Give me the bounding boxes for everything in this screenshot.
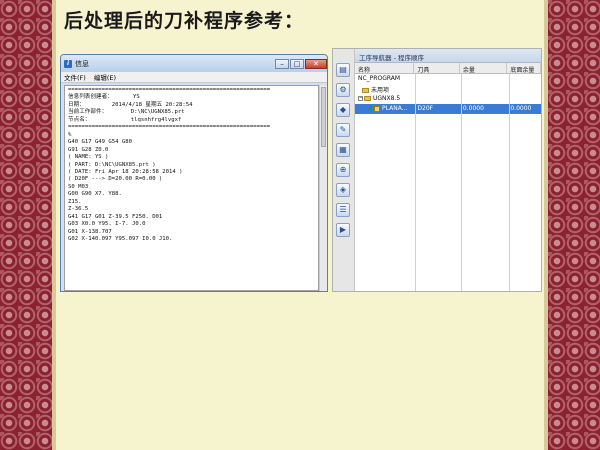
column-divider — [461, 74, 462, 291]
info-line: G01 X-138.707 — [68, 228, 112, 235]
program-order-icon[interactable]: ▤ — [336, 63, 350, 77]
tree-label: 未用项 — [371, 87, 390, 94]
info-line: 节点名： tlqsnhfrg4lvgxf — [68, 116, 182, 123]
navigator-main: 工序导航器 - 程序顺序 名称 刀具 余量 底面余量 NC_PROGRAM 未用… — [355, 49, 541, 291]
cell-floor-stock: 0.0000 — [507, 104, 541, 114]
tree-row-unused[interactable]: 未用项 — [355, 84, 541, 94]
info-line: S0 M03 — [68, 183, 89, 190]
tree-row-root[interactable]: NC_PROGRAM — [355, 74, 541, 84]
column-tool[interactable]: 刀具 — [414, 63, 460, 74]
info-line: ========================================… — [68, 124, 271, 131]
info-line: ( DATE: Fri Apr 18 20:28:58 2014 ) — [68, 168, 183, 175]
planar-mill-icon — [374, 105, 381, 112]
info-window-title: 信息 — [75, 59, 89, 68]
slide-title: 后处理后的刀补程序参考： — [64, 10, 305, 32]
tree-label: UGNX8.5 — [373, 95, 401, 102]
info-line: 信息列表创建者： YS — [68, 94, 140, 101]
column-divider — [415, 74, 416, 291]
column-floor-stock[interactable]: 底面余量 — [507, 63, 541, 74]
folder-icon — [364, 96, 371, 101]
method-icon[interactable]: ✎ — [336, 123, 350, 137]
info-line: G00 G90 X7. Y88. — [68, 191, 122, 198]
info-text-area[interactable]: ========================================… — [64, 85, 319, 291]
info-line: G40 G17 G49 G54 G80 — [68, 139, 132, 146]
info-menubar: 文件(F) 编辑(E) — [61, 72, 327, 83]
menu-edit[interactable]: 编辑(E) — [94, 72, 116, 82]
resource-bar: ▤ ⚙ ◆ ✎ ▦ ⊕ ◈ ☰ ▶ — [333, 49, 355, 291]
checkmark-icon: ✔ — [368, 105, 374, 112]
info-scrollbar[interactable] — [319, 85, 327, 291]
window-controls: – □ ✕ — [274, 58, 327, 69]
slide-page: 后处理后的刀补程序参考： i 信息 – □ ✕ 文件(F) 编辑(E) ====… — [56, 0, 544, 450]
info-line: G91 G28 Z0.0 — [68, 146, 109, 153]
create-method-icon[interactable]: ☰ — [336, 203, 350, 217]
cell-stock: 0.0000 — [459, 104, 508, 114]
info-line: G02 X-140.097 Y95.097 I0.0 J10. — [68, 236, 173, 243]
info-line: ( D20F ---> D=20.00 R=0.00 ) — [68, 176, 163, 183]
collapse-icon[interactable]: − — [358, 96, 363, 101]
info-line: % — [68, 131, 72, 138]
info-line: 当前工作部件： D:\NC\UGNX85.prt — [68, 109, 185, 116]
info-line: G41 G17 G01 Z-39.5 F250. D01 — [68, 213, 163, 220]
tree-row-program[interactable]: − UGNX8.5 — [355, 94, 541, 104]
create-program-icon[interactable]: ▦ — [336, 143, 350, 157]
cell-tool: D20F — [414, 104, 460, 114]
navigator-header: 名称 刀具 余量 底面余量 — [355, 63, 541, 74]
navigator-title: 工序导航器 - 程序顺序 — [355, 49, 541, 63]
scrollbar-thumb[interactable] — [321, 87, 326, 147]
tree-label: NC_PROGRAM — [358, 75, 401, 82]
info-window: i 信息 – □ ✕ 文件(F) 编辑(E) =================… — [60, 54, 328, 292]
tree-label: PLANA... — [382, 105, 408, 112]
decorative-border-left — [0, 0, 52, 450]
info-icon: i — [64, 59, 72, 68]
menu-file[interactable]: 文件(F) — [64, 72, 86, 82]
create-tool-icon[interactable]: ⊕ — [336, 163, 350, 177]
operation-navigator: ▤ ⚙ ◆ ✎ ▦ ⊕ ◈ ☰ ▶ 工序导航器 - 程序顺序 名称 刀具 余量 底面余量 NC_… — [332, 48, 542, 292]
tree-row-operation[interactable]: ✔ PLANA... D20F 0.0000 0.0000 — [355, 104, 541, 114]
info-line: ( PART: D:\NC\UGNX85.prt ) — [68, 161, 156, 168]
create-operation-icon[interactable]: ▶ — [336, 223, 350, 237]
decorative-border-right — [548, 0, 600, 450]
create-geometry-icon[interactable]: ◈ — [336, 183, 350, 197]
info-line: Z-36.5 — [68, 206, 89, 213]
info-line: ( NAME: YS ) — [68, 154, 109, 161]
column-stock[interactable]: 余量 — [460, 63, 508, 74]
maximize-button[interactable]: □ — [290, 58, 304, 69]
minimize-button[interactable]: – — [275, 58, 289, 69]
info-titlebar[interactable]: i 信息 – □ ✕ — [61, 55, 327, 72]
column-name[interactable]: 名称 — [355, 63, 415, 74]
close-button[interactable]: ✕ — [305, 58, 327, 69]
info-line: Z15. — [68, 198, 82, 205]
border-edge-right — [544, 0, 548, 450]
machine-tool-icon[interactable]: ⚙ — [336, 83, 350, 97]
folder-icon — [362, 88, 369, 93]
info-line: G03 X0.0 Y95. I-7. J0.0 — [68, 221, 146, 228]
navigator-tree: NC_PROGRAM 未用项 − UGNX8.5 ✔ PLANA... D20F 0… — [355, 74, 541, 114]
column-divider — [509, 74, 510, 291]
geometry-icon[interactable]: ◆ — [336, 103, 350, 117]
